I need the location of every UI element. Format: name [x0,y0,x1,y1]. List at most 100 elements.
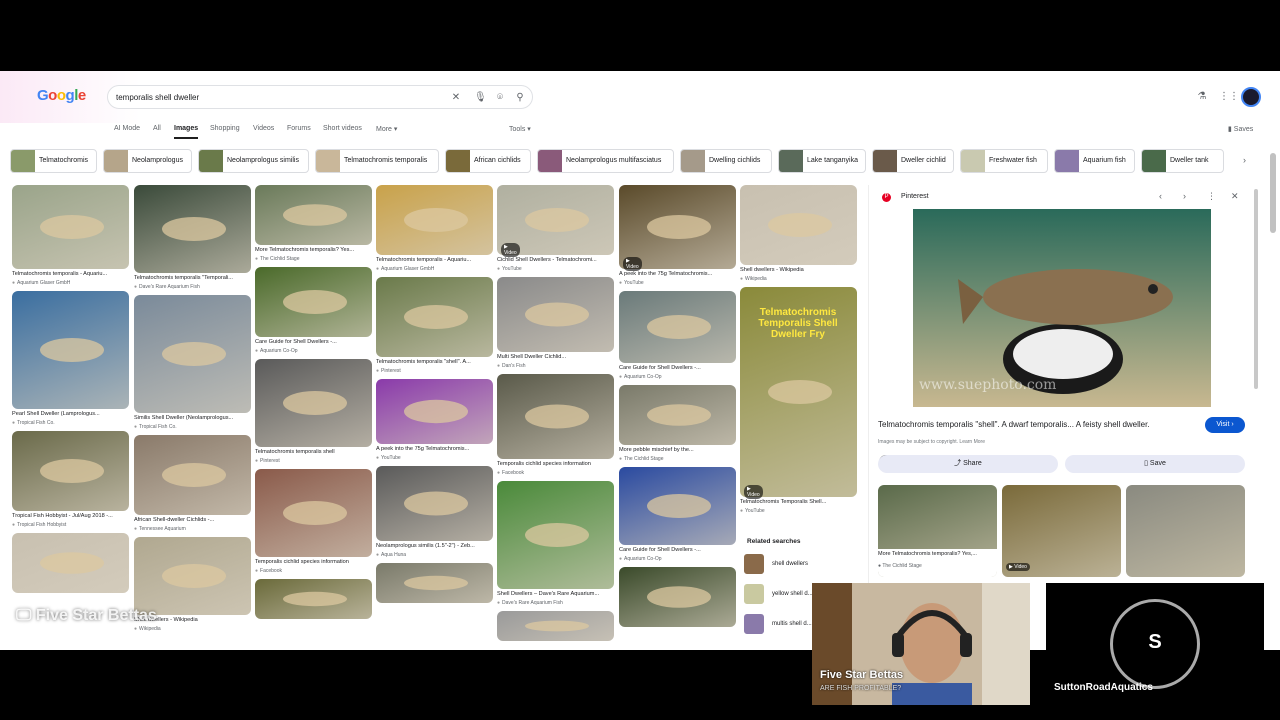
result-thumbnail[interactable] [619,385,736,445]
chip-dwelling-cichlids[interactable]: Dwelling cichlids [680,149,772,173]
result-thumbnail[interactable] [134,185,251,273]
next-icon[interactable]: › [1183,191,1186,201]
result-caption[interactable]: Telmatochromis temporalis "Temporali... [134,275,251,281]
result-thumbnail[interactable]: Telmatochromis Temporalis Shell Dweller … [740,287,857,497]
result-thumbnail[interactable] [12,533,129,593]
panel-scrollbar[interactable] [1254,189,1258,389]
tab-shopping[interactable]: Shopping [210,125,240,132]
result-thumbnail[interactable] [12,291,129,409]
result-thumbnail[interactable] [134,295,251,413]
result-caption[interactable]: Shell Dwellers – Dave's Rare Aquarium... [497,591,614,597]
lens-icon[interactable]: ⌾ [494,92,506,104]
result-caption[interactable]: Tropical Fish Hobbyist - Jul/Aug 2018 -.… [12,513,129,519]
google-logo[interactable]: Google [37,87,86,104]
result-caption[interactable]: Telmatochromis temporalis - Aquariu... [376,257,493,263]
visit-button[interactable]: Visit › [1205,417,1245,433]
mic-icon[interactable]: 🎙 [474,92,487,104]
result-thumbnail[interactable] [619,567,736,627]
result-caption[interactable]: Telmatochromis temporalis "shell". A... [376,359,493,365]
chip-neolamprologus-similis[interactable]: Neolamprologus similis [198,149,309,173]
chevron-right-icon[interactable]: › [1243,155,1246,165]
result-thumbnail[interactable] [376,185,493,255]
result-caption[interactable]: Shell dwellers - Wikipedia [740,267,857,273]
saves-link[interactable]: ▮ Saves [1228,125,1253,133]
search-input[interactable] [116,90,436,105]
result-thumbnail[interactable] [255,267,372,337]
close-icon[interactable]: ✕ [450,92,462,104]
result-caption[interactable]: Pearl Shell Dweller (Lamprologus... [12,411,129,417]
result-caption[interactable]: Temporalis cichlid species information [255,559,372,565]
result-caption[interactable]: Neolamprologus similis (1.5"-2") - Zeb..… [376,543,493,549]
result-thumbnail[interactable] [12,431,129,511]
tab-videos[interactable]: Videos [253,125,274,132]
chip-dweller-tank[interactable]: Dweller tank [1141,149,1224,173]
result-thumbnail[interactable] [255,359,372,447]
chip-telmatochromis[interactable]: Telmatochromis [10,149,97,173]
chip-aquarium-fish[interactable]: Aquarium fish [1054,149,1135,173]
result-caption[interactable]: Care Guide for Shell Dwellers -... [619,547,736,553]
result-thumbnail[interactable] [12,185,129,269]
tab-forums[interactable]: Forums [287,125,311,132]
preview-image[interactable]: www.suephoto.com [913,209,1211,407]
apps-icon[interactable]: ⋮⋮ [1219,90,1239,104]
result-caption[interactable]: Telmatochromis temporalis - Aquariu... [12,271,129,277]
panel-related-image[interactable]: More Telmatochromis temporalis? Yes,... ●… [878,485,997,577]
result-thumbnail[interactable] [255,579,372,619]
result-caption[interactable]: More pebble mischief by the... [619,447,736,453]
tab-all[interactable]: All [153,125,161,132]
chip-african-cichlids[interactable]: African cichlids [445,149,531,173]
result-caption[interactable]: Cichlid Shell Dwellers - Telmatochromi..… [497,257,614,263]
result-thumbnail[interactable] [619,467,736,545]
close-panel-icon[interactable]: ✕ [1231,191,1239,202]
share-button[interactable]: ⤴ Share [878,455,1058,473]
result-thumbnail[interactable] [134,435,251,515]
tab-more[interactable]: More ▾ [376,125,397,133]
result-caption[interactable]: Telmatochromis temporalis shell [255,449,372,455]
result-thumbnail[interactable] [497,277,614,352]
chip-telmatochromis-temporalis[interactable]: Telmatochromis temporalis [315,149,439,173]
result-caption[interactable]: A peek into the 75g Telmatochromis... [619,271,736,277]
tab-images[interactable]: Images [174,125,199,139]
chip-freshwater-fish[interactable]: Freshwater fish [960,149,1048,173]
result-caption[interactable]: Multi Shell Dweller Cichlid... [497,354,614,360]
result-thumbnail[interactable] [376,466,493,541]
result-thumbnail[interactable] [740,185,857,265]
avatar[interactable] [1241,87,1261,107]
result-thumbnail[interactable] [134,537,251,615]
chip-neolamprologus-multifasciatus[interactable]: Neolamprologus multifasciatus [537,149,674,173]
tab-short-videos[interactable]: Short videos [323,125,362,132]
result-thumbnail[interactable] [619,291,736,363]
result-thumbnail[interactable] [376,379,493,444]
chip-neolamprologus[interactable]: Neolamprologus [103,149,192,173]
search-icon[interactable]: ⚲ [514,92,526,104]
result-caption[interactable]: Temporalis cichlid species information [497,461,614,467]
page-scrollbar[interactable] [1270,153,1276,233]
save-button[interactable]: ▯ Save [1065,455,1245,473]
result-caption[interactable]: African Shell-dweller Cichlids -... [134,517,251,523]
result-thumbnail[interactable] [497,611,614,641]
result-thumbnail[interactable] [497,481,614,589]
result-caption[interactable]: Similis Shell Dweller (Neolamprologus... [134,415,251,421]
panel-related-image[interactable] [1126,485,1245,577]
result-caption[interactable]: Telmatochromis Temporalis Shell... [740,499,857,505]
result-thumbnail[interactable] [255,185,372,245]
chip-dweller-cichlid[interactable]: Dweller cichlid [872,149,954,173]
result-thumbnail[interactable] [497,374,614,459]
result-thumbnail[interactable] [376,277,493,357]
result-caption[interactable]: Care Guide for Shell Dwellers -... [619,365,736,371]
result-caption[interactable]: Care Guide for Shell Dwellers -... [255,339,372,345]
search-box[interactable]: ✕ 🎙 ⌾ ⚲ [107,85,533,109]
panel-related-image[interactable]: ▶ Video [1002,485,1121,577]
related-search-item[interactable]: shell dwellers [744,554,852,576]
result-thumbnail[interactable] [255,469,372,557]
tab-ai-mode[interactable]: AI Mode [114,125,140,132]
panel-title[interactable]: Telmatochromis temporalis "shell". A dwa… [878,420,1150,429]
result-caption[interactable]: More Telmatochromis temporalis? Yes... [255,247,372,253]
result-thumbnail[interactable] [376,563,493,603]
more-icon[interactable]: ⋮ [1207,191,1216,202]
chip-lake-tanganyika[interactable]: Lake tanganyika [778,149,866,173]
labs-icon[interactable]: ⚗ [1195,90,1209,104]
prev-icon[interactable]: ‹ [1159,191,1162,201]
tab-tools[interactable]: Tools ▾ [509,125,531,133]
result-caption[interactable]: A peek into the 75g Telmatochromis... [376,446,493,452]
